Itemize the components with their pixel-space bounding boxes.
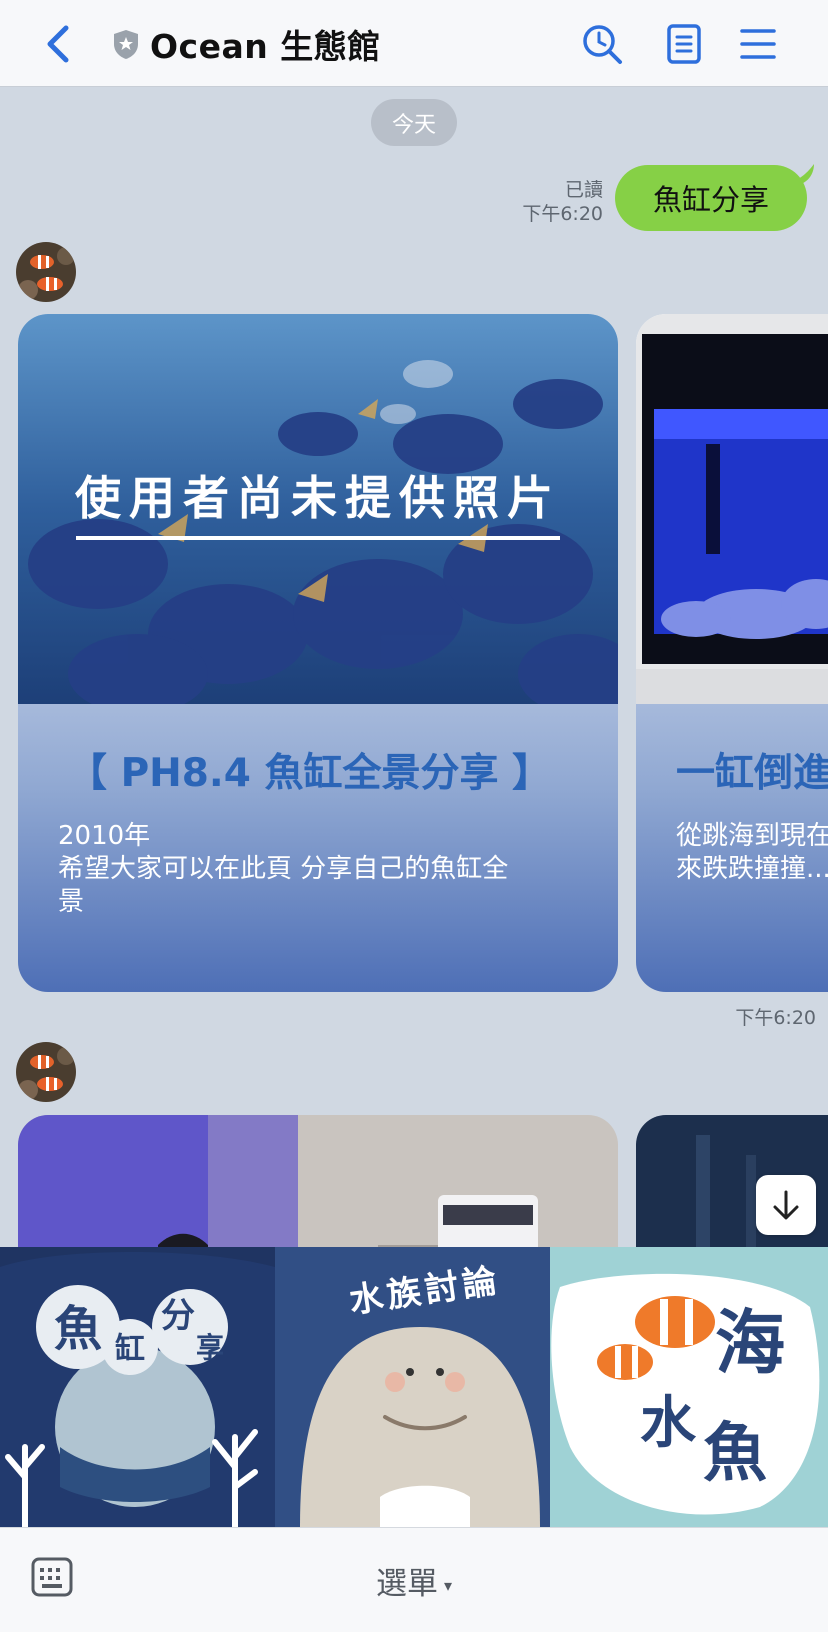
chat-header: Ocean 生態館 bbox=[0, 0, 828, 87]
rich-menu-text: 海 bbox=[715, 1302, 785, 1384]
chevron-left-icon bbox=[47, 25, 69, 63]
caret-down-icon: ▾ bbox=[443, 1576, 453, 1595]
outgoing-message-bubble[interactable]: 魚缸分享 bbox=[615, 165, 807, 231]
rich-menu-left-panel[interactable]: 魚 缸 分 享 bbox=[0, 1247, 275, 1527]
rich-menu: 魚 缸 分 享 水族討論 海 水 魚 bbox=[0, 1247, 828, 1527]
read-status: 已讀 bbox=[564, 179, 603, 201]
avatar[interactable] bbox=[16, 242, 76, 302]
card-body: 從跳海到現在 來跌跌撞撞... bbox=[676, 820, 828, 886]
rich-menu-center-panel[interactable]: 水族討論 bbox=[275, 1247, 550, 1527]
menu-label: 選單 bbox=[375, 1566, 438, 1602]
rich-menu-toggle[interactable]: 選單 ▾ bbox=[0, 1558, 828, 1603]
card-body-line: 來跌跌撞撞... bbox=[676, 854, 828, 884]
card-body-line: 2010年 bbox=[58, 821, 151, 851]
rich-menu-right-panel[interactable]: 海 水 魚 bbox=[550, 1247, 828, 1527]
clownfish-avatar-icon bbox=[16, 242, 76, 302]
card-body-line: 景 bbox=[58, 887, 85, 917]
chat-title: Ocean 生態館 bbox=[150, 27, 381, 66]
rich-menu-text: 享 bbox=[196, 1331, 224, 1364]
message-meta: 已讀 下午6:20 bbox=[522, 178, 603, 226]
notes-icon bbox=[667, 24, 701, 64]
rich-menu-text: 分 bbox=[161, 1296, 195, 1336]
date-separator: 今天 bbox=[371, 99, 457, 146]
card-body-line: 從跳海到現在 bbox=[676, 821, 828, 851]
search-history-icon bbox=[583, 25, 622, 64]
rich-menu-text: 水 bbox=[640, 1391, 697, 1456]
card-photo: 使用者尚未提供照片 bbox=[18, 314, 618, 704]
hamburger-menu-icon bbox=[740, 29, 776, 59]
scroll-to-bottom-button[interactable] bbox=[756, 1175, 816, 1235]
shield-star-icon bbox=[114, 30, 138, 59]
rich-menu-text: 魚 bbox=[54, 1301, 102, 1357]
avatar[interactable] bbox=[16, 1042, 76, 1102]
card-title: 【 PH8.4 魚缸全景分享 】 bbox=[68, 751, 552, 796]
clownfish-avatar-icon bbox=[16, 1042, 76, 1102]
notes-button[interactable] bbox=[660, 20, 708, 68]
search-button[interactable] bbox=[578, 20, 626, 68]
rich-menu-text: 缸 bbox=[115, 1332, 145, 1367]
message-time: 下午6:20 bbox=[735, 1007, 816, 1029]
carousel-card[interactable]: 使用者尚未提供照片 【 PH8.4 魚缸全景分享 】 2010年 希望大家可以在… bbox=[18, 314, 618, 992]
card-title: 一缸倒進 bbox=[676, 751, 828, 796]
carousel-card[interactable]: 一缸倒進 從跳海到現在 來跌跌撞撞... bbox=[636, 314, 828, 992]
chat-title-group[interactable]: Ocean 生態館 bbox=[112, 22, 381, 66]
message-time: 下午6:20 bbox=[522, 203, 603, 225]
chat-footer: 選單 ▾ bbox=[0, 1527, 828, 1632]
photo-caption: 使用者尚未提供照片 bbox=[75, 471, 561, 525]
arrow-down-icon bbox=[773, 1190, 799, 1220]
back-button[interactable] bbox=[36, 20, 80, 68]
card-body: 2010年 希望大家可以在此頁 分享自己的魚缸全 景 bbox=[58, 820, 578, 919]
card-photo bbox=[636, 314, 828, 704]
menu-button[interactable] bbox=[734, 20, 782, 68]
card-body-line: 希望大家可以在此頁 分享自己的魚缸全 bbox=[58, 854, 509, 884]
rich-menu-text: 魚 bbox=[703, 1417, 767, 1491]
